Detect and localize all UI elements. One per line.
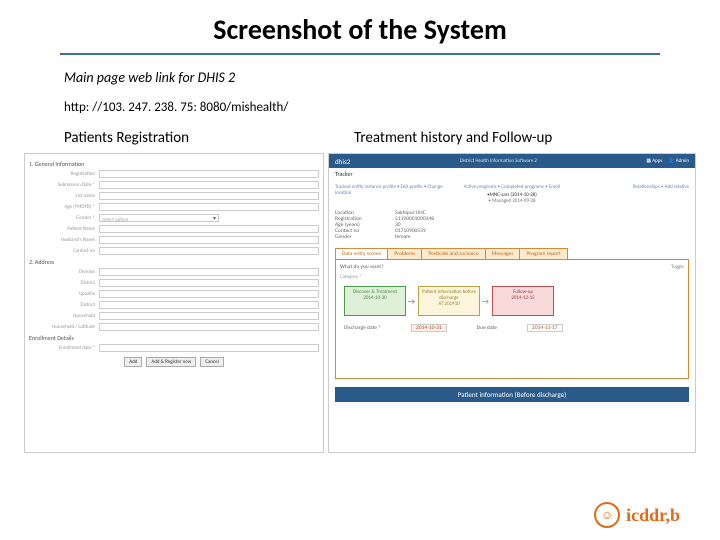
field-label: Age (YMDYD) * — [29, 204, 99, 210]
due-date[interactable]: 2014-11-17 — [527, 324, 563, 332]
field-label: District — [29, 280, 99, 286]
gender-select[interactable]: select option — [99, 214, 219, 222]
text-input[interactable] — [99, 268, 319, 276]
text-input[interactable] — [99, 290, 319, 298]
screenshot-treatment: dhis2 District Health Information Softwa… — [328, 153, 696, 453]
field-label: Registration — [29, 171, 99, 177]
text-input[interactable] — [99, 312, 319, 320]
label-left: Patients Registration — [24, 129, 324, 147]
stage-discover[interactable]: Discover & Treatment2014-10-30 → — [344, 286, 406, 316]
text-input[interactable] — [99, 236, 319, 244]
field-label: Household — [29, 313, 99, 319]
stage-followup[interactable]: Follow-up2014-12-15 — [492, 286, 554, 316]
url-text: http: //103. 247. 238. 75: 8080/mishealt… — [64, 100, 720, 115]
tab-report[interactable]: Program report — [519, 248, 567, 259]
field-label: Submission Date * — [29, 182, 99, 188]
tab-pesticide[interactable]: Pesticide and socioeco — [421, 248, 485, 259]
field-label: Gender * — [29, 215, 99, 221]
tab-pane: Toggle What do you want? Category * Disc… — [335, 259, 689, 379]
field-label: District — [29, 302, 99, 308]
cancel-button[interactable]: Cancel — [200, 357, 223, 367]
tabs: Data entry screen Problems Pesticide and… — [335, 248, 689, 259]
toggle-link[interactable]: Toggle — [671, 264, 684, 270]
app-header: dhis2 District Health Information Softwa… — [329, 154, 695, 168]
crumb-mid[interactable]: Active programs • Completed programs • E… — [455, 184, 569, 190]
logo-icon: ☺ — [594, 502, 620, 528]
tab-messages[interactable]: Messages — [485, 248, 521, 259]
add-button[interactable]: Add — [124, 357, 142, 367]
category-label: Category * — [340, 274, 684, 280]
section-enroll: Enrollment Details — [29, 334, 319, 342]
user-menu[interactable]: 👤 Admin — [668, 158, 689, 164]
section-general: 1. General Information — [29, 160, 319, 168]
label-right: Treatment history and Follow-up — [324, 129, 696, 147]
section-address: 2. Address — [29, 258, 319, 266]
arrow-icon: → — [482, 297, 489, 307]
field-label: Enrollment date * — [29, 345, 99, 351]
logo-text: icddr,b — [626, 505, 680, 526]
breadcrumb: Tracked entity instance profile • Edit p… — [329, 180, 695, 208]
field-label: Household / Latitude — [29, 324, 99, 330]
field-label: Division — [29, 269, 99, 275]
crumb-right[interactable]: Relationships • Add relative — [575, 184, 689, 190]
patient-info: LocationSakhipur UHC Registration5119000… — [329, 208, 695, 242]
screenshot-registration: 1. General Information Registration Subm… — [24, 153, 324, 453]
field-label: Husband's Name — [29, 237, 99, 243]
text-input[interactable] — [99, 170, 319, 178]
add-register-button[interactable]: Add & Register new — [146, 357, 196, 367]
due-label: Due date — [477, 325, 497, 331]
managed-date: • Managed 2014-09-28 — [455, 198, 569, 204]
nav-tracker[interactable]: Tracker — [329, 168, 695, 180]
brand: dhis2 — [335, 157, 350, 166]
info-band: Patient information (Before discharge) — [335, 387, 689, 402]
date-input[interactable] — [99, 344, 319, 352]
text-input[interactable] — [99, 225, 319, 233]
text-input[interactable] — [99, 192, 319, 200]
tab-problems[interactable]: Problems — [387, 248, 422, 259]
text-input[interactable] — [99, 247, 319, 255]
arrow-icon: → — [408, 297, 415, 307]
tab-data-entry[interactable]: Data entry screen — [335, 248, 388, 259]
field-label: Contact no — [29, 248, 99, 254]
logo-icddrb: ☺ icddr,b — [594, 502, 680, 528]
apps-icon[interactable]: ▦ Apps — [646, 158, 662, 164]
brand-sub: District Health Information Software 2 — [460, 158, 537, 164]
field-label: Upazilla — [29, 291, 99, 297]
stage-patient-info[interactable]: Patient Information before dischargeAT 2… — [418, 286, 480, 316]
discharge-date[interactable]: 2014-10-31 — [411, 324, 447, 332]
date-input[interactable] — [99, 181, 319, 189]
text-input[interactable] — [99, 301, 319, 309]
page-title: Screenshot of the System — [60, 0, 660, 55]
field-label: Patient Name — [29, 226, 99, 232]
subtitle: Main page web link for DHIS 2 — [64, 69, 720, 86]
text-input[interactable] — [99, 323, 319, 331]
discharge-label: Discharge date * — [344, 325, 381, 331]
field-label: List name — [29, 193, 99, 199]
text-input[interactable] — [99, 203, 319, 211]
prompt-text: What do you want? — [340, 264, 684, 270]
crumb-left[interactable]: Tracked entity instance profile • Edit p… — [335, 184, 449, 196]
text-input[interactable] — [99, 279, 319, 287]
